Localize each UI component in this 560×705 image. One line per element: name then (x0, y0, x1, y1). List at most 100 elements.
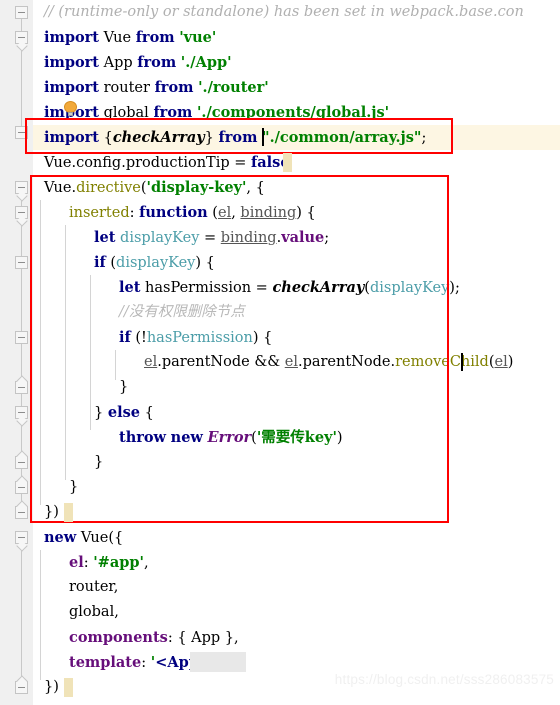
code-token: new (170, 429, 203, 446)
code-token: { (103, 130, 113, 146)
code-token: 'vue' (179, 29, 217, 46)
code-line[interactable]: Vue.directive('display-key', { (44, 175, 265, 200)
code-line[interactable]: } else { (94, 400, 154, 425)
fold-connector-line (21, 12, 22, 132)
code-token: from (218, 129, 258, 146)
code-token: /common/array.js" (274, 129, 422, 146)
fold-toggle-icon[interactable] (15, 6, 28, 19)
code-token: = (251, 280, 273, 296)
code-line[interactable]: import {checkArray} from "./common/array… (44, 125, 426, 150)
code-token: router (99, 80, 155, 96)
fold-toggle-icon[interactable] (15, 506, 28, 519)
code-token: components (69, 629, 168, 646)
text-caret-import (262, 128, 264, 146)
code-token: binding (240, 205, 297, 221)
code-line[interactable]: // (runtime-only or standalone) has been… (44, 0, 524, 25)
code-token: template (69, 654, 142, 671)
intention-bulb-icon[interactable] (63, 101, 79, 117)
fold-toggle-icon[interactable] (15, 206, 28, 219)
code-line[interactable]: }) (44, 675, 59, 700)
fold-toggle-icon[interactable] (15, 681, 28, 694)
indent-guide (40, 550, 41, 680)
code-token: throw (119, 429, 167, 446)
code-token: //没有权限删除节点 (119, 304, 245, 320)
fold-toggle-icon[interactable] (15, 331, 28, 344)
fold-toggle-icon[interactable] (15, 181, 28, 194)
code-editor[interactable]: // (runtime-only or standalone) has been… (0, 0, 560, 705)
code-folding-rail[interactable] (0, 0, 28, 705)
code-token: } (204, 130, 214, 146)
code-token: '#app' (93, 554, 144, 571)
fold-toggle-icon[interactable] (15, 381, 28, 394)
fold-toggle-icon[interactable] (15, 256, 28, 269)
code-token: : (83, 555, 94, 571)
code-token: hasPermission (146, 330, 253, 346)
code-line[interactable]: el.parentNode && el.parentNode.removeChi… (144, 350, 513, 375)
code-token: } (69, 479, 79, 495)
code-token: value (281, 229, 325, 246)
code-token: ) (507, 354, 514, 370)
code-line[interactable]: import global from './components/global.… (44, 100, 389, 125)
code-token: .parentNode. (297, 354, 396, 370)
code-line[interactable]: }) (44, 500, 59, 525)
trailing-ws-close-directive (64, 503, 73, 522)
fold-toggle-icon[interactable] (15, 126, 28, 139)
template-value-highlight (190, 652, 246, 672)
code-line[interactable]: import App from './App' (44, 50, 232, 75)
code-line[interactable]: global, (69, 600, 119, 625)
code-token: from (153, 104, 193, 121)
code-line[interactable]: Vue.config.productionTip = false (44, 150, 290, 175)
code-token: '需要传key' (256, 429, 337, 446)
fold-toggle-icon[interactable] (15, 31, 28, 44)
code-token: router, (69, 579, 119, 595)
code-line[interactable]: throw new Error('需要传key') (119, 425, 343, 450)
code-token: directive (76, 180, 141, 196)
code-line[interactable]: if (!hasPermission) { (119, 325, 272, 350)
bulb-base (68, 112, 73, 116)
code-token: import (44, 29, 99, 46)
code-line[interactable]: import router from './router' (44, 75, 269, 100)
code-line[interactable]: el: '#app', (69, 550, 149, 575)
code-token: global, (69, 604, 119, 620)
code-line[interactable]: inserted: function (el, binding) { (69, 200, 316, 225)
code-token: el (284, 354, 298, 370)
code-line[interactable]: router, (69, 575, 118, 600)
fold-toggle-icon[interactable] (15, 531, 28, 544)
code-token: ) { (252, 330, 273, 346)
code-line[interactable]: let hasPermission = checkArray(displayKe… (119, 275, 460, 300)
code-token: ) { (195, 255, 215, 271)
code-text-area[interactable]: // (runtime-only or standalone) has been… (32, 0, 560, 705)
code-token: .parentNode && (157, 354, 285, 370)
indent-guide (115, 350, 116, 380)
code-line[interactable]: } (69, 475, 78, 500)
code-token: el (144, 354, 158, 370)
code-line[interactable]: components: { App }, (69, 625, 239, 650)
watermark-text: https://blog.csdn.net/sss286083575 (334, 672, 554, 687)
fold-toggle-icon[interactable] (15, 456, 28, 469)
code-token: Vue.config.productionTip (44, 155, 230, 171)
fold-toggle-icon[interactable] (15, 481, 28, 494)
code-token: './components/global.js' (196, 104, 390, 121)
code-token: el (217, 205, 232, 221)
code-token: function (139, 204, 208, 221)
code-line[interactable]: import Vue from 'vue' (44, 25, 216, 50)
code-token: from (135, 29, 175, 46)
code-line[interactable]: if (displayKey) { (94, 250, 215, 275)
code-token: ) { (296, 205, 316, 221)
code-token: if (119, 329, 131, 346)
code-line[interactable]: } (94, 450, 103, 475)
code-token: el (494, 354, 508, 370)
code-token: hasPermission (140, 280, 252, 296)
code-token: App (99, 55, 138, 71)
fold-connector-line (21, 536, 22, 686)
code-token: 'display-key' (146, 179, 247, 196)
code-token: else (107, 404, 140, 421)
code-line[interactable]: //没有权限删除节点 (119, 300, 245, 325)
code-token: binding (220, 230, 277, 246)
code-line[interactable]: new Vue({ (44, 525, 123, 550)
code-line[interactable]: } (119, 375, 128, 400)
code-line[interactable]: let displayKey = binding.value; (94, 225, 329, 250)
fold-toggle-icon[interactable] (15, 406, 28, 419)
code-token: displayKey (120, 230, 200, 246)
editor-gutter[interactable] (0, 0, 33, 705)
